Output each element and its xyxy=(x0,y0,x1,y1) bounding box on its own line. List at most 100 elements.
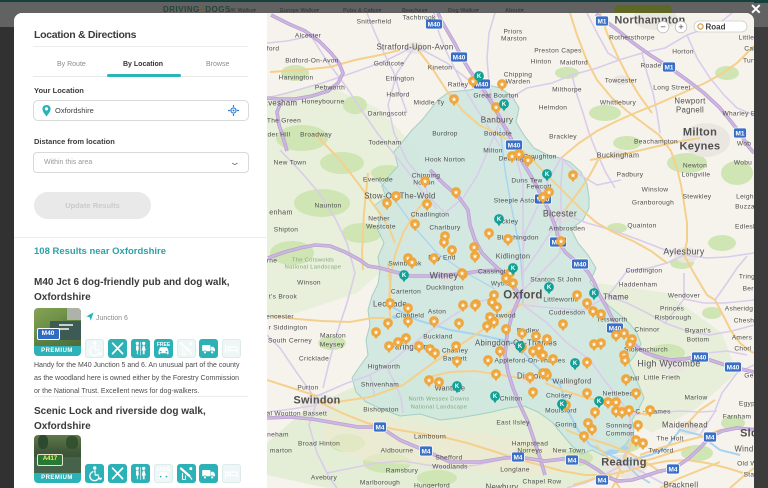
svg-text:Tachbrook: Tachbrook xyxy=(402,15,436,22)
svg-text:hill: hill xyxy=(630,376,639,383)
svg-text:★: ★ xyxy=(525,156,531,164)
svg-text:★: ★ xyxy=(627,340,633,348)
svg-text:★: ★ xyxy=(540,351,546,359)
svg-text:Todenham: Todenham xyxy=(368,140,401,147)
svg-text:M4: M4 xyxy=(375,425,384,432)
svg-text:Lambourn: Lambourn xyxy=(414,434,446,441)
svg-text:Sonning: Sonning xyxy=(606,423,632,430)
svg-text:M40: M40 xyxy=(428,22,441,29)
svg-text:Littleworth: Littleworth xyxy=(543,297,576,304)
svg-text:Cuddesdon: Cuddesdon xyxy=(549,310,585,317)
svg-text:★: ★ xyxy=(432,349,438,357)
svg-text:Longlane: Longlane xyxy=(500,467,530,474)
svg-text:★: ★ xyxy=(605,398,611,406)
svg-text:t's Brook: t's Brook xyxy=(269,294,298,301)
svg-text:★: ★ xyxy=(412,220,418,228)
svg-text:★: ★ xyxy=(424,200,430,208)
svg-text:★: ★ xyxy=(385,319,391,327)
svg-text:Sta: Sta xyxy=(744,472,754,479)
svg-text:Kidlington: Kidlington xyxy=(496,252,531,261)
svg-text:M4: M4 xyxy=(705,435,714,442)
svg-text:★: ★ xyxy=(441,238,447,246)
svg-text:Newton: Newton xyxy=(683,163,707,170)
svg-text:★: ★ xyxy=(621,329,627,337)
svg-text:★: ★ xyxy=(640,439,646,447)
svg-text:Cholsey: Cholsey xyxy=(546,393,572,400)
svg-text:★: ★ xyxy=(499,80,505,88)
svg-text:Bottom: Bottom xyxy=(687,337,710,344)
svg-text:Bidford-On-Avon: Bidford-On-Avon xyxy=(285,58,339,65)
svg-text:K: K xyxy=(502,102,507,108)
svg-text:★: ★ xyxy=(453,342,459,350)
svg-text:Marston: Marston xyxy=(320,333,346,340)
svg-text:Little C: Little C xyxy=(739,35,754,42)
svg-text:Carlt: Carlt xyxy=(744,46,754,53)
svg-text:★: ★ xyxy=(544,335,550,343)
svg-text:Pagnell: Pagnell xyxy=(676,106,704,115)
svg-text:★: ★ xyxy=(550,355,556,363)
svg-text:Evesham: Evesham xyxy=(267,99,297,108)
svg-text:★: ★ xyxy=(416,342,422,350)
svg-text:FREE: FREE xyxy=(157,342,171,348)
svg-text:Milton: Milton xyxy=(683,127,717,139)
svg-text:★: ★ xyxy=(613,331,619,339)
svg-text:Winslow: Winslow xyxy=(642,187,669,194)
svg-text:★: ★ xyxy=(393,192,399,200)
svg-text:Burdrop: Burdrop xyxy=(432,131,458,138)
svg-text:Ramsbury: Ramsbury xyxy=(386,468,419,475)
svg-text:North Wessex Downs: North Wessex Downs xyxy=(408,397,469,403)
svg-text:★: ★ xyxy=(449,246,455,254)
svg-text:★: ★ xyxy=(454,357,460,365)
svg-text:★: ★ xyxy=(626,406,632,414)
svg-text:Warden: Warden xyxy=(506,79,531,86)
svg-text:Swindon: Swindon xyxy=(293,395,340,407)
svg-text:Long Street: Long Street xyxy=(653,85,690,92)
svg-text:Brackley: Brackley xyxy=(549,134,577,141)
svg-text:−: − xyxy=(660,22,666,33)
svg-text:Chipping: Chipping xyxy=(504,72,532,79)
svg-text:Hook Norton: Hook Norton xyxy=(425,157,465,164)
svg-text:Ducklington: Ducklington xyxy=(426,285,464,292)
svg-text:Leigh: Leigh xyxy=(736,194,754,201)
svg-text:Ratley: Ratley xyxy=(448,82,469,89)
svg-text:Bracknell: Bracknell xyxy=(664,481,699,488)
svg-text:★: ★ xyxy=(584,389,590,397)
svg-text:Reading: Reading xyxy=(601,457,647,469)
svg-text:★: ★ xyxy=(485,356,491,364)
svg-text:★: ★ xyxy=(384,199,390,207)
svg-text:K: K xyxy=(493,394,498,400)
svg-text:Haddenham: Haddenham xyxy=(619,282,658,289)
svg-text:★: ★ xyxy=(533,332,539,340)
svg-text:Broad Hinton: Broad Hinton xyxy=(298,441,340,448)
svg-text:★: ★ xyxy=(395,338,401,346)
svg-text:M40: M40 xyxy=(508,143,521,150)
svg-text:Winson: Winson xyxy=(297,280,321,287)
svg-text:Maidenhead: Maidenhead xyxy=(662,421,708,430)
svg-text:★: ★ xyxy=(647,406,653,414)
svg-text:M40: M40 xyxy=(476,82,489,89)
svg-text:Chinnor: Chinnor xyxy=(634,327,660,334)
svg-text:Stratford-Upon-Avon: Stratford-Upon-Avon xyxy=(376,43,453,52)
svg-text:enham: enham xyxy=(269,208,292,217)
svg-text:★: ★ xyxy=(598,339,604,347)
svg-text:M4: M4 xyxy=(668,467,677,474)
svg-text:★: ★ xyxy=(436,378,442,386)
svg-text:Oxford: Oxford xyxy=(503,290,543,302)
svg-text:+: + xyxy=(678,22,684,33)
svg-text:Old W: Old W xyxy=(737,461,754,468)
svg-text:Buzza: Buzza xyxy=(735,204,754,211)
svg-text:★: ★ xyxy=(386,342,392,350)
svg-text:n The Green: n The Green xyxy=(267,118,301,125)
svg-text:★: ★ xyxy=(472,301,478,309)
svg-text:Steeple Aston: Steeple Aston xyxy=(494,198,539,205)
svg-text:K: K xyxy=(402,273,407,279)
svg-text:Bryant's: Bryant's xyxy=(685,328,711,335)
svg-text:Beachampton: Beachampton xyxy=(634,139,678,146)
svg-text:Princes: Princes xyxy=(660,306,684,313)
svg-text:K: K xyxy=(573,361,578,367)
svg-text:Cricklade: Cricklade xyxy=(299,356,329,363)
svg-text:★: ★ xyxy=(451,95,457,103)
svg-text:★: ★ xyxy=(431,254,437,262)
svg-text:K: K xyxy=(545,172,550,178)
svg-text:Purton: Purton xyxy=(297,385,318,392)
